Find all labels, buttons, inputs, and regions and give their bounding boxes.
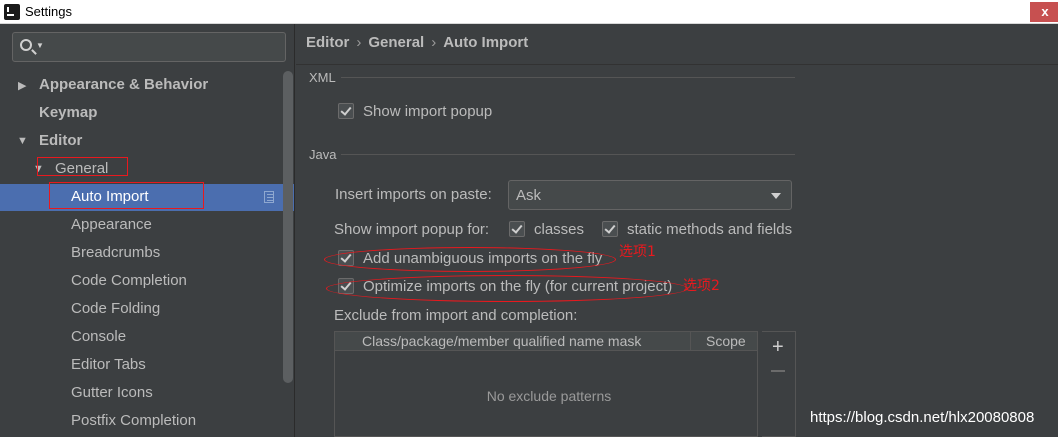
sidebar-item-gutter-icons[interactable]: Gutter Icons — [71, 379, 153, 407]
section-title-xml: XML — [309, 70, 336, 85]
collapse-arrow-icon[interactable]: ▼ — [17, 135, 28, 147]
breadcrumb-item: Auto Import — [443, 34, 529, 51]
sidebar-item-editor-tabs[interactable]: Editor Tabs — [71, 351, 146, 379]
breadcrumb-item: Editor — [306, 34, 350, 51]
add-icon[interactable]: + — [772, 337, 784, 357]
divider — [296, 64, 1058, 65]
annotation-ellipse-option2 — [326, 275, 688, 302]
insert-imports-select[interactable]: Ask — [508, 180, 792, 210]
chevron-right-icon: › — [356, 34, 362, 51]
static-methods-checkbox[interactable] — [602, 221, 618, 237]
classes-checkbox[interactable] — [509, 221, 525, 237]
show-import-popup-checkbox[interactable] — [338, 103, 354, 119]
settings-sidebar: ▼ ▶ Appearance & Behavior Keymap ▼ Edito… — [0, 24, 295, 437]
annotation-box-general — [37, 157, 128, 176]
column-divider — [690, 332, 691, 351]
insert-imports-on-paste-label: Insert imports on paste: — [335, 186, 492, 203]
search-icon — [20, 39, 32, 51]
sidebar-item-keymap[interactable]: Keymap — [39, 99, 97, 127]
sidebar-item-console[interactable]: Console — [71, 323, 126, 351]
chevron-down-icon[interactable]: ▼ — [36, 41, 44, 50]
exclude-label: Exclude from import and completion: — [334, 307, 578, 324]
close-button[interactable]: x — [1030, 2, 1058, 22]
breadcrumb-item: General — [368, 34, 425, 51]
settings-content: Editor › General › Auto Import XML Show impo… — [296, 24, 1058, 437]
section-divider — [341, 77, 795, 78]
section-divider — [341, 154, 795, 155]
chevron-right-icon: › — [431, 34, 437, 51]
empty-table-text: No exclude patterns — [486, 388, 612, 404]
annotation-option1: 选项1 — [619, 244, 656, 260]
sidebar-item-editor[interactable]: Editor — [39, 127, 82, 155]
chevron-down-icon — [771, 193, 781, 199]
classes-label: classes — [534, 221, 585, 238]
column-header-scope[interactable]: Scope — [706, 332, 746, 351]
search-input[interactable]: ▼ — [12, 32, 286, 62]
expand-arrow-icon[interactable]: ▶ — [18, 79, 26, 92]
project-settings-icon — [264, 191, 274, 203]
show-import-popup-for-label: Show import popup for: — [334, 221, 490, 238]
window-title: Settings — [25, 4, 72, 19]
watermark: https://blog.csdn.net/hlx20080808 — [810, 409, 1035, 426]
breadcrumb: Editor › General › Auto Import — [306, 34, 528, 51]
annotation-box-auto-import — [49, 182, 204, 209]
sidebar-item-appearance[interactable]: Appearance — [71, 211, 152, 239]
sidebar-item-code-completion[interactable]: Code Completion — [71, 267, 187, 295]
insert-imports-value: Ask — [516, 187, 542, 204]
sidebar-item-appearance-behavior[interactable]: Appearance & Behavior — [39, 71, 208, 99]
annotation-option2: 选项2 — [683, 278, 720, 294]
annotation-ellipse-option1 — [324, 247, 616, 272]
static-methods-label: static methods and fields — [627, 221, 793, 238]
sidebar-scrollbar[interactable] — [283, 71, 293, 383]
column-header-mask[interactable]: Class/package/member qualified name mask — [362, 332, 641, 351]
sidebar-item-postfix-completion[interactable]: Postfix Completion — [71, 407, 196, 435]
title-bar: Settings x — [0, 0, 1058, 24]
table-toolbar: + — [762, 331, 796, 437]
sidebar-item-breadcrumbs[interactable]: Breadcrumbs — [71, 239, 160, 267]
show-import-popup-label: Show import popup — [363, 103, 493, 120]
table-header: Class/package/member qualified name mask… — [335, 332, 757, 351]
exclude-table[interactable]: Class/package/member qualified name mask… — [334, 331, 758, 437]
sidebar-item-code-folding[interactable]: Code Folding — [71, 295, 160, 323]
intellij-logo-icon — [4, 4, 20, 20]
remove-icon[interactable] — [771, 370, 785, 372]
section-title-java: Java — [309, 147, 337, 162]
